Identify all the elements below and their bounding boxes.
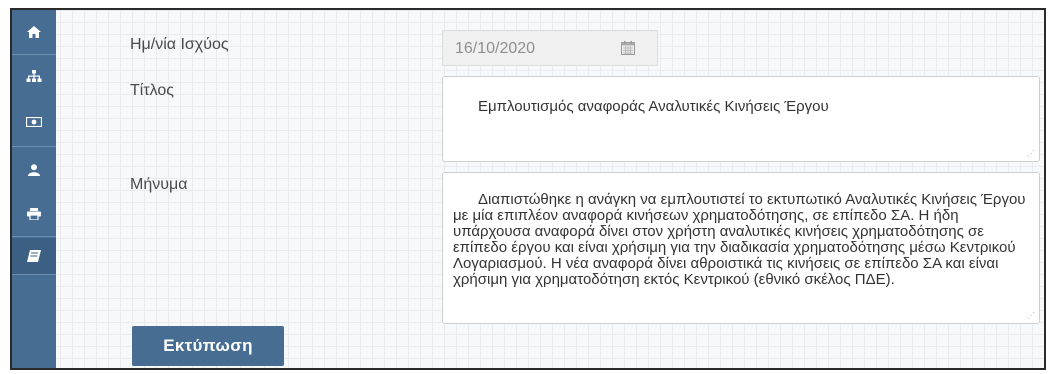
sidebar-divider (12, 274, 56, 275)
sidebar-item-announcements[interactable] (12, 238, 56, 274)
book-icon (27, 250, 41, 262)
calendar-icon[interactable] (621, 41, 635, 55)
message-label: Μήνυμα (130, 176, 188, 193)
home-icon (27, 26, 41, 38)
date-value: 16/10/2020 (455, 40, 536, 57)
resize-grip-icon[interactable]: ⋰ (1027, 312, 1035, 320)
title-textarea[interactable]: Εμπλουτισμός αναφοράς Αναλυτικές Κινήσει… (442, 76, 1040, 162)
sidebar-item-print[interactable] (12, 196, 56, 232)
form-content: Ημ/νία Ισχύος 16/10/2020 Τίτλος Εμπλουτι… (56, 10, 1044, 368)
sidebar-divider (12, 54, 56, 55)
app-frame: Ημ/νία Ισχύος 16/10/2020 Τίτλος Εμπλουτι… (10, 8, 1046, 370)
message-textarea[interactable]: Διαπιστώθηκε η ανάγκη να εμπλουτιστεί το… (442, 172, 1040, 324)
title-text: Εμπλουτισμός αναφοράς Αναλυτικές Κινήσει… (478, 98, 829, 115)
date-label: Ημ/νία Ισχύος (130, 36, 229, 53)
sidebar-divider (12, 236, 56, 237)
sidebar-item-home[interactable] (12, 14, 56, 50)
user-icon (28, 164, 40, 176)
title-label: Τίτλος (130, 82, 175, 99)
sidebar-item-users[interactable] (12, 152, 56, 188)
print-button[interactable]: Εκτύπωση (132, 326, 284, 366)
resize-grip-icon[interactable]: ⋰ (1027, 150, 1035, 158)
print-icon (27, 208, 41, 220)
date-field[interactable]: 16/10/2020 (442, 30, 658, 66)
message-text: Διαπιστώθηκε η ανάγκη να εμπλουτιστεί το… (453, 191, 1030, 288)
money-icon (26, 117, 42, 127)
sidebar-item-structure[interactable] (12, 58, 56, 94)
sidebar (12, 10, 56, 368)
sitemap-icon (26, 70, 42, 82)
sidebar-divider (12, 146, 56, 147)
sidebar-item-finance[interactable] (12, 104, 56, 140)
